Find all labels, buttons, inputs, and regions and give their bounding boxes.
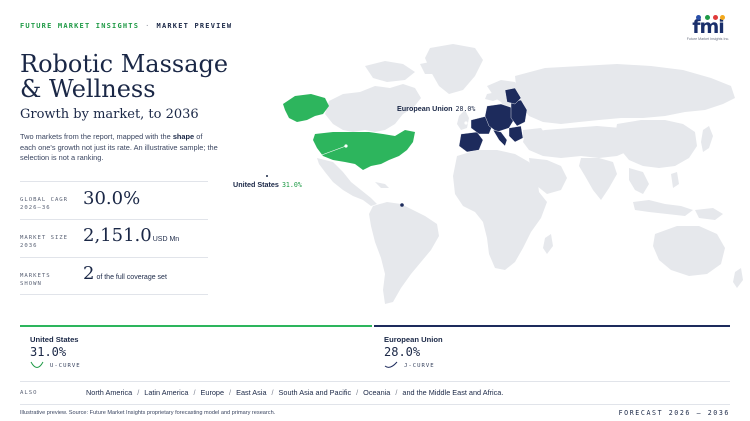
header-separator: ·	[145, 22, 151, 30]
also-region-list: North America / Latin America / Europe / East …	[86, 388, 503, 397]
section-label: MARKET PREVIEW	[156, 22, 233, 30]
page-title: Robotic Massage & Wellness	[20, 50, 229, 103]
land-philippines	[671, 172, 679, 188]
j-curve-icon	[384, 361, 398, 368]
region-separator: /	[271, 388, 274, 397]
stat-label: MARKETS SHOWN	[20, 272, 80, 288]
land-russia	[515, 64, 735, 124]
market-card-european-union[interactable]: European Union 28.0% J-CURVE	[374, 325, 730, 377]
region-link-south-asia-pacific[interactable]: South Asia and Pacific	[279, 388, 352, 397]
stat-label: MARKET SIZE 2036	[20, 234, 80, 250]
market-card-accent	[20, 325, 372, 327]
region-separator: /	[193, 388, 196, 397]
land-madagascar	[543, 234, 553, 254]
stat-value: 30.0%	[83, 188, 140, 209]
land-new-zealand	[733, 268, 743, 288]
region-separator: /	[137, 388, 140, 397]
region-link-middle-east-africa[interactable]: and the Middle East and Africa.	[402, 388, 503, 397]
land-arctic-islands	[365, 61, 415, 82]
eu-italy	[492, 129, 508, 147]
world-map: European Union 28.0% United States 31.0%	[225, 6, 745, 311]
land-greenland	[425, 44, 483, 94]
stat-number: 2	[83, 263, 95, 284]
also-label: ALSO	[20, 390, 38, 396]
stat-label-line2: 2026–36	[20, 205, 51, 211]
callout-united-states: United States 31.0%	[233, 180, 302, 189]
description: Two markets from the report, mapped with…	[20, 132, 220, 164]
header-strip: FUTURE MARKET INSIGHTS · MARKET PREVIEW	[20, 22, 232, 30]
stat-value: 2,151.0USD Mn	[83, 225, 179, 246]
stat-value: 2 of the full coverage set	[83, 263, 167, 284]
brand-name: FUTURE MARKET INSIGHTS	[20, 22, 140, 30]
us-label-dot	[266, 175, 268, 177]
eu-balkans-greece	[508, 125, 524, 143]
stat-unit: USD Mn	[152, 236, 180, 243]
stat-label: GLOBAL CAGR 2026–36	[20, 196, 80, 212]
land-east-asia	[615, 120, 697, 168]
region-separator: /	[356, 388, 359, 397]
market-curve-label: U-CURVE	[50, 363, 81, 369]
market-cards: United States 31.0% U-CURVE European Uni…	[20, 325, 730, 377]
eu-marker-dot	[464, 121, 468, 125]
land-layer	[317, 44, 743, 304]
stat-label-line1: MARKETS	[20, 273, 51, 279]
us-alaska	[283, 94, 329, 122]
land-south-america	[369, 202, 439, 304]
callout-eu-region: European Union	[397, 104, 453, 113]
stat-note: of the full coverage set	[96, 274, 167, 281]
callout-us-region: United States	[233, 180, 279, 189]
stat-label-line2: SHOWN	[20, 281, 42, 287]
market-name: European Union	[384, 335, 443, 344]
land-indonesia	[633, 200, 693, 216]
region-separator: /	[229, 388, 232, 397]
region-link-oceania[interactable]: Oceania	[363, 388, 390, 397]
stat-global-cagr: GLOBAL CAGR 2026–36 30.0%	[20, 181, 208, 220]
stat-number: 2,151.0	[83, 225, 152, 246]
market-card-united-states[interactable]: United States 31.0% U-CURVE	[20, 325, 372, 377]
market-name: United States	[30, 335, 79, 344]
region-link-latin-america[interactable]: Latin America	[144, 388, 188, 397]
page-subtitle: Growth by market, to 2036	[20, 107, 199, 122]
market-value: 28.0%	[384, 345, 421, 359]
forecast-range: FORECAST 2026 – 2036	[618, 409, 730, 417]
stat-label-line2: 2036	[20, 243, 38, 249]
land-india	[579, 158, 617, 200]
stat-markets-shown: MARKETS SHOWN 2 of the full coverage set	[20, 257, 208, 295]
region-link-east-asia[interactable]: East Asia	[236, 388, 266, 397]
stat-number: 30.0%	[83, 188, 141, 209]
land-caribbean	[375, 182, 389, 188]
description-part-1: Two markets from the report, mapped with…	[20, 132, 173, 141]
u-curve-icon	[30, 361, 44, 368]
region-link-europe[interactable]: Europe	[201, 388, 225, 397]
stat-market-size: MARKET SIZE 2036 2,151.0USD Mn	[20, 219, 208, 258]
land-japan	[701, 126, 713, 152]
land-australia	[653, 226, 725, 276]
market-curve-label: J-CURVE	[404, 363, 435, 369]
callout-eu-value: 28.0%	[455, 105, 476, 113]
callout-us-value: 31.0%	[281, 181, 302, 189]
stat-label-line1: MARKET SIZE	[20, 235, 69, 241]
world-map-svg	[264, 44, 743, 304]
source-footnote: Illustrative preview. Source: Future Mar…	[20, 410, 276, 416]
region-link-north-america[interactable]: North America	[86, 388, 132, 397]
eu-iberia	[458, 131, 484, 153]
market-card-accent	[374, 325, 730, 327]
caribbean-marker	[400, 203, 404, 207]
region-separator: /	[395, 388, 398, 397]
description-bold: shape	[172, 132, 195, 141]
also-regions-row: ALSO North America / Latin America / Europe /…	[20, 381, 730, 405]
stat-label-line1: GLOBAL CAGR	[20, 197, 69, 203]
land-se-asia	[629, 168, 649, 194]
callout-european-union: European Union 28.0%	[397, 104, 475, 113]
land-uk	[457, 110, 469, 130]
land-new-guinea	[695, 208, 723, 220]
market-value: 31.0%	[30, 345, 67, 359]
